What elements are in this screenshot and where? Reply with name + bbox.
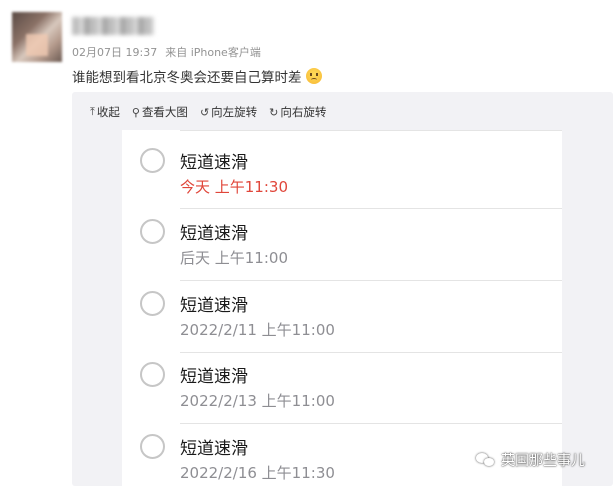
reminder-title: 短道速滑 bbox=[180, 367, 248, 387]
rotate-left-button[interactable]: ↺ 向左旋转 bbox=[200, 104, 257, 120]
separator bbox=[180, 280, 562, 281]
sad-face-emoji-icon bbox=[305, 68, 322, 84]
reminder-title: 短道速滑 bbox=[180, 296, 248, 316]
arrow-up-icon: ⤒ bbox=[90, 105, 95, 118]
reminder-time: 后天 上午11:00 bbox=[180, 249, 288, 267]
rotate-right-icon: ↻ bbox=[269, 105, 279, 119]
watermark-text: 英国那些事儿 bbox=[501, 453, 585, 469]
post-meta: 02月07日 19:37 来自 iPhone客户端 bbox=[72, 44, 269, 60]
view-large-button[interactable]: ⚲ 查看大图 bbox=[132, 104, 188, 120]
reminder-title: 短道速滑 bbox=[180, 153, 248, 173]
rotate-left-icon: ↺ bbox=[199, 105, 210, 119]
username-blurred[interactable] bbox=[72, 17, 154, 35]
rotate-left-label: 向左旋转 bbox=[211, 105, 258, 119]
checkbox-circle-icon bbox=[140, 148, 165, 173]
separator bbox=[180, 130, 562, 131]
reminder-title: 短道速滑 bbox=[180, 224, 248, 244]
reminder-time: 2022/2/11 上午11:00 bbox=[180, 321, 335, 339]
separator bbox=[180, 208, 562, 209]
image-viewer-panel: ⤒ 收起 ⚲ 查看大图 ↺ 向左旋转 ↻ 向右旋转 短道速滑 今天 上午11:3… bbox=[72, 92, 613, 486]
post-text-line: 谁能想到看北京冬奥会还要自己算时差 bbox=[72, 66, 322, 86]
checkbox-circle-icon bbox=[140, 434, 165, 459]
reminder-time: 2022/2/16 上午11:30 bbox=[180, 464, 335, 482]
reminder-time: 今天 上午11:30 bbox=[180, 178, 288, 196]
rotate-right-button[interactable]: ↻ 向右旋转 bbox=[269, 104, 326, 120]
separator bbox=[180, 352, 562, 353]
magnifier-icon: ⚲ bbox=[131, 105, 140, 119]
reminders-screenshot[interactable]: 短道速滑 今天 上午11:30 短道速滑 后天 上午11:00 短道速滑 202… bbox=[122, 130, 562, 486]
collapse-label: 收起 bbox=[96, 105, 120, 119]
collapse-button[interactable]: ⤒ 收起 bbox=[90, 104, 120, 120]
watermark: 英国那些事儿 bbox=[476, 450, 585, 470]
view-large-label: 查看大图 bbox=[141, 105, 188, 119]
checkbox-circle-icon bbox=[140, 219, 165, 244]
wechat-icon bbox=[476, 453, 496, 467]
rotate-right-label: 向右旋转 bbox=[280, 105, 327, 119]
reminder-title: 短道速滑 bbox=[180, 439, 248, 459]
post-date[interactable]: 02月07日 19:37 bbox=[72, 46, 157, 59]
separator bbox=[180, 423, 562, 424]
checkbox-circle-icon bbox=[140, 362, 165, 387]
image-toolbar: ⤒ 收起 ⚲ 查看大图 ↺ 向左旋转 ↻ 向右旋转 bbox=[90, 104, 338, 120]
avatar[interactable] bbox=[12, 12, 62, 62]
reminder-time: 2022/2/13 上午11:00 bbox=[180, 392, 335, 410]
post-text: 谁能想到看北京冬奥会还要自己算时差 bbox=[72, 70, 302, 86]
checkbox-circle-icon bbox=[140, 291, 165, 316]
post-source: 来自 iPhone客户端 bbox=[165, 46, 261, 59]
